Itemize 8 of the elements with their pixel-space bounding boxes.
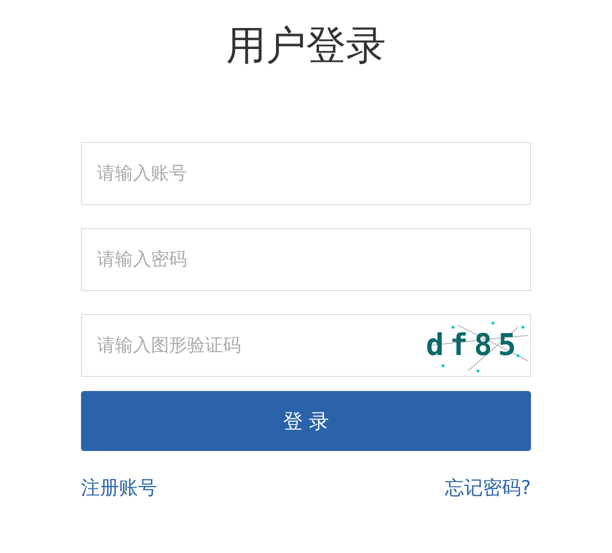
captcha-field[interactable]: 请输入图形验证码 df85 [81, 314, 531, 377]
login-button[interactable]: 登 录 [81, 391, 531, 451]
page-title: 用户登录 [226, 22, 386, 71]
input-field[interactable]: 请输入账号 [81, 142, 531, 205]
input-field[interactable]: 请输入密码 [81, 228, 531, 291]
link[interactable]: 忘记密码? [444, 475, 531, 501]
link[interactable]: 注册账号 [81, 475, 157, 501]
captcha-image[interactable]: df85 [418, 315, 530, 376]
